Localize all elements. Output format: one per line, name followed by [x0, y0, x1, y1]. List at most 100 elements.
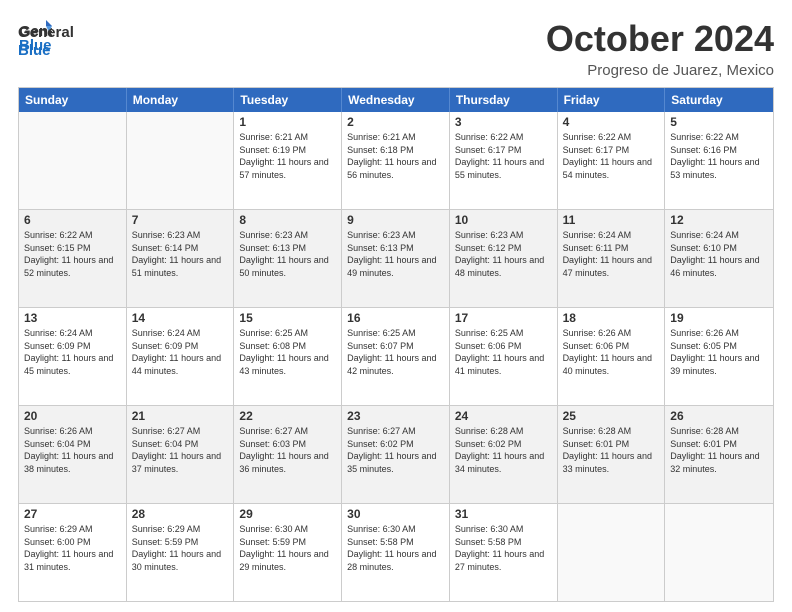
day-number: 12 — [670, 213, 768, 227]
cell-info: Sunrise: 6:26 AMSunset: 6:05 PMDaylight:… — [670, 327, 768, 377]
day-cell-18: 18 Sunrise: 6:26 AMSunset: 6:06 PMDayligh… — [558, 308, 666, 405]
cell-info: Sunrise: 6:27 AMSunset: 6:02 PMDaylight:… — [347, 425, 444, 475]
cell-info: Sunrise: 6:22 AMSunset: 6:17 PMDaylight:… — [455, 131, 552, 181]
cell-info: Sunrise: 6:23 AMSunset: 6:13 PMDaylight:… — [239, 229, 336, 279]
empty-cell — [558, 504, 666, 601]
cell-info: Sunrise: 6:24 AMSunset: 6:10 PMDaylight:… — [670, 229, 768, 279]
day-cell-9: 9Sunrise: 6:23 AMSunset: 6:13 PMDaylight… — [342, 210, 450, 307]
empty-cell — [665, 504, 773, 601]
calendar-body: 1 Sunrise: 6:21 AMSunset: 6:19 PMDaylight… — [19, 112, 773, 601]
day-number: 21 — [132, 409, 229, 423]
day-number: 3 — [455, 115, 552, 129]
day-number: 28 — [132, 507, 229, 521]
cell-info: Sunrise: 6:22 AMSunset: 6:15 PMDaylight:… — [24, 229, 121, 279]
day-number: 30 — [347, 507, 444, 521]
day-cell-14: 14 Sunrise: 6:24 AMSunset: 6:09 PMDayligh… — [127, 308, 235, 405]
cell-info: Sunrise: 6:30 AMSunset: 5:58 PMDaylight:… — [347, 523, 444, 573]
day-cell-26: 26Sunrise: 6:28 AMSunset: 6:01 PMDayligh… — [665, 406, 773, 503]
day-cell-17: 17 Sunrise: 6:25 AMSunset: 6:06 PMDayligh… — [450, 308, 558, 405]
calendar: SundayMondayTuesdayWednesdayThursdayFrid… — [18, 87, 774, 602]
day-cell-22: 22 Sunrise: 6:27 AMSunset: 6:03 PMDayligh… — [234, 406, 342, 503]
weekday-header-saturday: Saturday — [665, 88, 773, 112]
weekday-header-wednesday: Wednesday — [342, 88, 450, 112]
cell-info: Sunrise: 6:28 AMSunset: 6:02 PMDaylight:… — [455, 425, 552, 475]
cell-info: Sunrise: 6:25 AMSunset: 6:08 PMDaylight:… — [239, 327, 336, 377]
day-cell-7: 7 Sunrise: 6:23 AMSunset: 6:14 PMDaylight… — [127, 210, 235, 307]
day-number: 23 — [347, 409, 444, 423]
day-number: 18 — [563, 311, 660, 325]
day-cell-25: 25Sunrise: 6:28 AMSunset: 6:01 PMDayligh… — [558, 406, 666, 503]
day-cell-30: 30 Sunrise: 6:30 AMSunset: 5:58 PMDayligh… — [342, 504, 450, 601]
cell-info: Sunrise: 6:30 AMSunset: 5:59 PMDaylight:… — [239, 523, 336, 573]
cell-info: Sunrise: 6:23 AMSunset: 6:14 PMDaylight:… — [132, 229, 229, 279]
day-cell-19: 19 Sunrise: 6:26 AMSunset: 6:05 PMDayligh… — [665, 308, 773, 405]
day-cell-2: 2 Sunrise: 6:21 AMSunset: 6:18 PMDaylight… — [342, 112, 450, 209]
calendar-row-4: 20 Sunrise: 6:26 AMSunset: 6:04 PMDayligh… — [19, 405, 773, 503]
day-cell-15: 15 Sunrise: 6:25 AMSunset: 6:08 PMDayligh… — [234, 308, 342, 405]
header: General Blue General Blue October 2024 P… — [18, 18, 774, 79]
day-number: 8 — [239, 213, 336, 227]
cell-info: Sunrise: 6:28 AMSunset: 6:01 PMDaylight:… — [563, 425, 660, 475]
weekday-header-sunday: Sunday — [19, 88, 127, 112]
day-number: 4 — [563, 115, 660, 129]
day-number: 1 — [239, 115, 336, 129]
day-cell-12: 12 Sunrise: 6:24 AMSunset: 6:10 PMDayligh… — [665, 210, 773, 307]
cell-info: Sunrise: 6:26 AMSunset: 6:06 PMDaylight:… — [563, 327, 660, 377]
cell-info: Sunrise: 6:23 AMSunset: 6:12 PMDaylight:… — [455, 229, 552, 279]
cell-info: Sunrise: 6:26 AMSunset: 6:04 PMDaylight:… — [24, 425, 121, 475]
day-number: 29 — [239, 507, 336, 521]
calendar-header: SundayMondayTuesdayWednesdayThursdayFrid… — [19, 88, 773, 112]
calendar-row-2: 6 Sunrise: 6:22 AMSunset: 6:15 PMDaylight… — [19, 209, 773, 307]
empty-cell — [19, 112, 127, 209]
logo-line2: Blue — [18, 42, 74, 60]
cell-info: Sunrise: 6:25 AMSunset: 6:07 PMDaylight:… — [347, 327, 444, 377]
weekday-header-monday: Monday — [127, 88, 235, 112]
day-cell-31: 31Sunrise: 6:30 AMSunset: 5:58 PMDayligh… — [450, 504, 558, 601]
calendar-row-3: 13 Sunrise: 6:24 AMSunset: 6:09 PMDayligh… — [19, 307, 773, 405]
day-cell-8: 8 Sunrise: 6:23 AMSunset: 6:13 PMDaylight… — [234, 210, 342, 307]
cell-info: Sunrise: 6:24 AMSunset: 6:11 PMDaylight:… — [563, 229, 660, 279]
cell-info: Sunrise: 6:24 AMSunset: 6:09 PMDaylight:… — [24, 327, 121, 377]
month-title: October 2024 — [546, 18, 774, 60]
weekday-header-tuesday: Tuesday — [234, 88, 342, 112]
cell-info: Sunrise: 6:29 AMSunset: 5:59 PMDaylight:… — [132, 523, 229, 573]
day-number: 20 — [24, 409, 121, 423]
cell-info: Sunrise: 6:27 AMSunset: 6:03 PMDaylight:… — [239, 425, 336, 475]
calendar-row-1: 1 Sunrise: 6:21 AMSunset: 6:19 PMDaylight… — [19, 112, 773, 209]
day-cell-27: 27Sunrise: 6:29 AMSunset: 6:00 PMDayligh… — [19, 504, 127, 601]
cell-info: Sunrise: 6:21 AMSunset: 6:19 PMDaylight:… — [239, 131, 336, 181]
calendar-row-5: 27Sunrise: 6:29 AMSunset: 6:00 PMDayligh… — [19, 503, 773, 601]
day-number: 13 — [24, 311, 121, 325]
cell-info: Sunrise: 6:21 AMSunset: 6:18 PMDaylight:… — [347, 131, 444, 181]
cell-info: Sunrise: 6:24 AMSunset: 6:09 PMDaylight:… — [132, 327, 229, 377]
day-number: 14 — [132, 311, 229, 325]
day-cell-4: 4Sunrise: 6:22 AMSunset: 6:17 PMDaylight… — [558, 112, 666, 209]
day-number: 11 — [563, 213, 660, 227]
day-cell-23: 23 Sunrise: 6:27 AMSunset: 6:02 PMDayligh… — [342, 406, 450, 503]
day-cell-10: 10 Sunrise: 6:23 AMSunset: 6:12 PMDayligh… — [450, 210, 558, 307]
empty-cell — [127, 112, 235, 209]
day-number: 22 — [239, 409, 336, 423]
day-cell-29: 29 Sunrise: 6:30 AMSunset: 5:59 PMDayligh… — [234, 504, 342, 601]
day-number: 31 — [455, 507, 552, 521]
day-number: 6 — [24, 213, 121, 227]
day-cell-16: 16Sunrise: 6:25 AMSunset: 6:07 PMDayligh… — [342, 308, 450, 405]
day-cell-21: 21 Sunrise: 6:27 AMSunset: 6:04 PMDayligh… — [127, 406, 235, 503]
day-number: 2 — [347, 115, 444, 129]
cell-info: Sunrise: 6:25 AMSunset: 6:06 PMDaylight:… — [455, 327, 552, 377]
cell-info: Sunrise: 6:27 AMSunset: 6:04 PMDaylight:… — [132, 425, 229, 475]
day-cell-3: 3 Sunrise: 6:22 AMSunset: 6:17 PMDaylight… — [450, 112, 558, 209]
day-cell-13: 13 Sunrise: 6:24 AMSunset: 6:09 PMDayligh… — [19, 308, 127, 405]
weekday-header-thursday: Thursday — [450, 88, 558, 112]
day-number: 24 — [455, 409, 552, 423]
day-number: 17 — [455, 311, 552, 325]
day-cell-28: 28 Sunrise: 6:29 AMSunset: 5:59 PMDayligh… — [127, 504, 235, 601]
day-cell-5: 5Sunrise: 6:22 AMSunset: 6:16 PMDaylight… — [665, 112, 773, 209]
day-number: 7 — [132, 213, 229, 227]
logo-line1: General — [18, 24, 74, 42]
day-number: 19 — [670, 311, 768, 325]
day-number: 10 — [455, 213, 552, 227]
day-number: 5 — [670, 115, 768, 129]
day-number: 15 — [239, 311, 336, 325]
day-cell-1: 1 Sunrise: 6:21 AMSunset: 6:19 PMDaylight… — [234, 112, 342, 209]
